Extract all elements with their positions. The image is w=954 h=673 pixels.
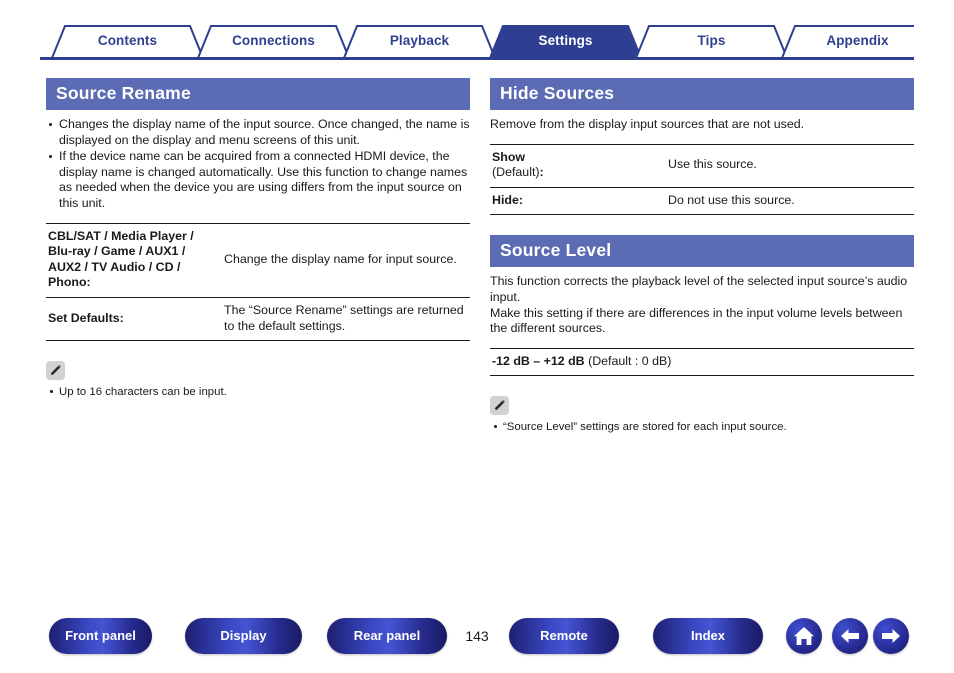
table-row: Show (Default): Use this source.	[490, 143, 914, 188]
range-default: (Default : 0 dB)	[588, 353, 672, 368]
note-list: Up to 16 characters can be input.	[46, 385, 470, 399]
source-rename-bullet-list: Changes the display name of the input so…	[46, 117, 470, 212]
back-button[interactable]	[832, 618, 868, 654]
table-cell-value: Use this source.	[666, 143, 914, 188]
tab-tips[interactable]: Tips	[636, 24, 787, 58]
tab-contents[interactable]: Contents	[52, 24, 203, 58]
section-title-source-level: Source Level	[490, 235, 914, 268]
table-cell-range: -12 dB – +12 dB (Default : 0 dB)	[490, 347, 914, 377]
rear-panel-button[interactable]: Rear panel	[327, 618, 447, 654]
tab-playback[interactable]: Playback	[344, 24, 495, 58]
list-item: Up to 16 characters can be input.	[46, 385, 470, 399]
table-cell-value: Do not use this source.	[666, 186, 914, 216]
pencil-icon	[46, 361, 65, 381]
note-block-source-level: “Source Level” settings are stored for e…	[490, 396, 914, 434]
table-cell-key: Hide:	[490, 186, 666, 216]
source-level-paragraph-2: Make this setting if there are differenc…	[490, 305, 903, 336]
table-cell-key-default: (Default)	[492, 165, 540, 180]
table-row: Hide: Do not use this source.	[490, 186, 914, 216]
section-title-source-rename: Source Rename	[46, 78, 470, 110]
table-cell-key-main: Show	[492, 149, 526, 164]
table-row: -12 dB – +12 dB (Default : 0 dB)	[490, 347, 914, 377]
front-panel-button[interactable]: Front panel	[49, 618, 152, 654]
list-item: Changes the display name of the input so…	[46, 117, 470, 148]
pencil-icon	[490, 396, 509, 416]
tab-settings[interactable]: Settings	[490, 24, 641, 58]
table-cell-value: The “Source Rename” settings are returne…	[222, 296, 470, 342]
forward-button[interactable]	[873, 618, 909, 654]
section-title-hide-sources: Hide Sources	[490, 78, 914, 110]
page-number: 143	[465, 628, 489, 644]
table-cell-value: Change the display name for input source…	[222, 222, 470, 298]
source-rename-table: CBL/SAT / Media Player / Blu-ray / Game …	[46, 222, 470, 342]
note-list: “Source Level” settings are stored for e…	[490, 420, 914, 434]
right-column: Hide Sources Remove from the display inp…	[490, 78, 914, 434]
list-item: “Source Level” settings are stored for e…	[490, 420, 914, 434]
table-row: CBL/SAT / Media Player / Blu-ray / Game …	[46, 222, 470, 298]
home-button[interactable]	[786, 618, 822, 654]
source-level-paragraph-1: This function corrects the playback leve…	[490, 274, 908, 304]
tab-bar-underline	[40, 57, 914, 60]
table-cell-key-colon: :	[539, 165, 544, 180]
tab-bar[interactable]: Contents Connections Playback Settings T…	[40, 24, 914, 60]
hide-sources-table: Show (Default): Use this source. Hide: D…	[490, 143, 914, 216]
footer-nav: Front panel Display Rear panel 143 Remot…	[0, 618, 954, 658]
list-item: If the device name can be acquired from …	[46, 149, 470, 211]
display-button[interactable]: Display	[185, 618, 302, 654]
table-row: Set Defaults: The “Source Rename” settin…	[46, 296, 470, 342]
table-cell-key: Show (Default):	[490, 143, 666, 188]
range-value: -12 dB – +12 dB	[492, 353, 585, 368]
table-cell-key: CBL/SAT / Media Player / Blu-ray / Game …	[46, 222, 222, 298]
hide-sources-intro: Remove from the display input sources th…	[490, 117, 805, 131]
remote-button[interactable]: Remote	[509, 618, 619, 654]
index-button[interactable]: Index	[653, 618, 763, 654]
source-level-range-table: -12 dB – +12 dB (Default : 0 dB)	[490, 347, 914, 377]
left-column: Source Rename Changes the display name o…	[46, 78, 470, 399]
table-cell-key: Set Defaults:	[46, 296, 222, 342]
tab-connections[interactable]: Connections	[198, 24, 349, 58]
note-block-source-rename: Up to 16 characters can be input.	[46, 361, 470, 399]
tab-appendix[interactable]: Appendix	[782, 24, 933, 58]
